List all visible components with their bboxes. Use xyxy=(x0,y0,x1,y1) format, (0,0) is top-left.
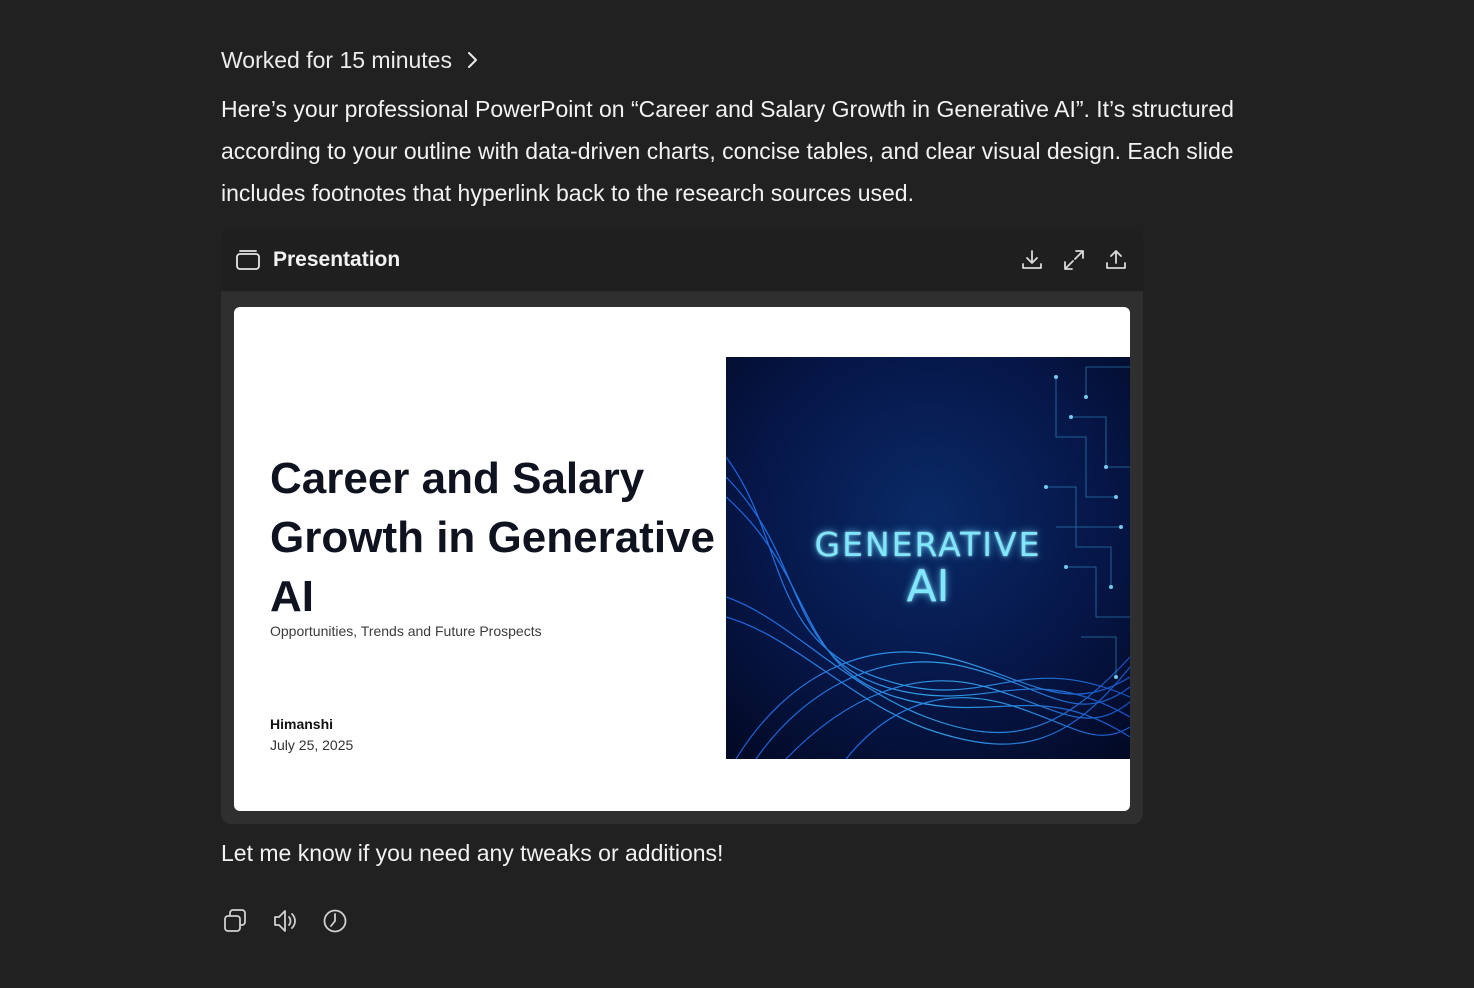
slide-preview[interactable]: Career and Salary Growth in Generative A… xyxy=(234,307,1130,811)
message-text: Here’s your professional PowerPoint on “… xyxy=(221,96,1234,206)
slide-subtitle: Opportunities, Trends and Future Prospec… xyxy=(270,623,542,639)
image-text-ai: AI xyxy=(906,561,950,612)
message-actions xyxy=(221,906,349,936)
slide-date: July 25, 2025 xyxy=(270,737,354,753)
worked-for-toggle[interactable]: Worked for 15 minutes xyxy=(221,40,1321,80)
assistant-message: Worked for 15 minutes Here’s your profes… xyxy=(221,40,1321,214)
slides-icon xyxy=(235,247,261,273)
copy-icon[interactable] xyxy=(221,906,249,936)
followup-text: Let me know if you need any tweaks or ad… xyxy=(221,840,724,866)
share-icon[interactable] xyxy=(1103,247,1129,273)
presentation-card: Presentation Career and Salary Growth in… xyxy=(221,228,1143,824)
slide-title: Career and Salary Growth in Generative A… xyxy=(270,454,715,621)
slide-author: Himanshi xyxy=(270,716,334,732)
image-text-generative: GENERATIVE xyxy=(814,525,1042,564)
generative-ai-image: GENERATIVE AI xyxy=(726,357,1130,759)
worked-for-label: Worked for 15 minutes xyxy=(221,46,452,73)
chevron-right-icon xyxy=(466,51,478,69)
presentation-card-actions xyxy=(1019,247,1129,273)
history-icon[interactable] xyxy=(321,906,349,936)
presentation-card-header: Presentation xyxy=(221,228,1143,292)
presentation-card-title: Presentation xyxy=(273,247,401,271)
expand-icon[interactable] xyxy=(1061,247,1087,273)
download-icon[interactable] xyxy=(1019,247,1045,273)
read-aloud-icon[interactable] xyxy=(271,906,299,936)
